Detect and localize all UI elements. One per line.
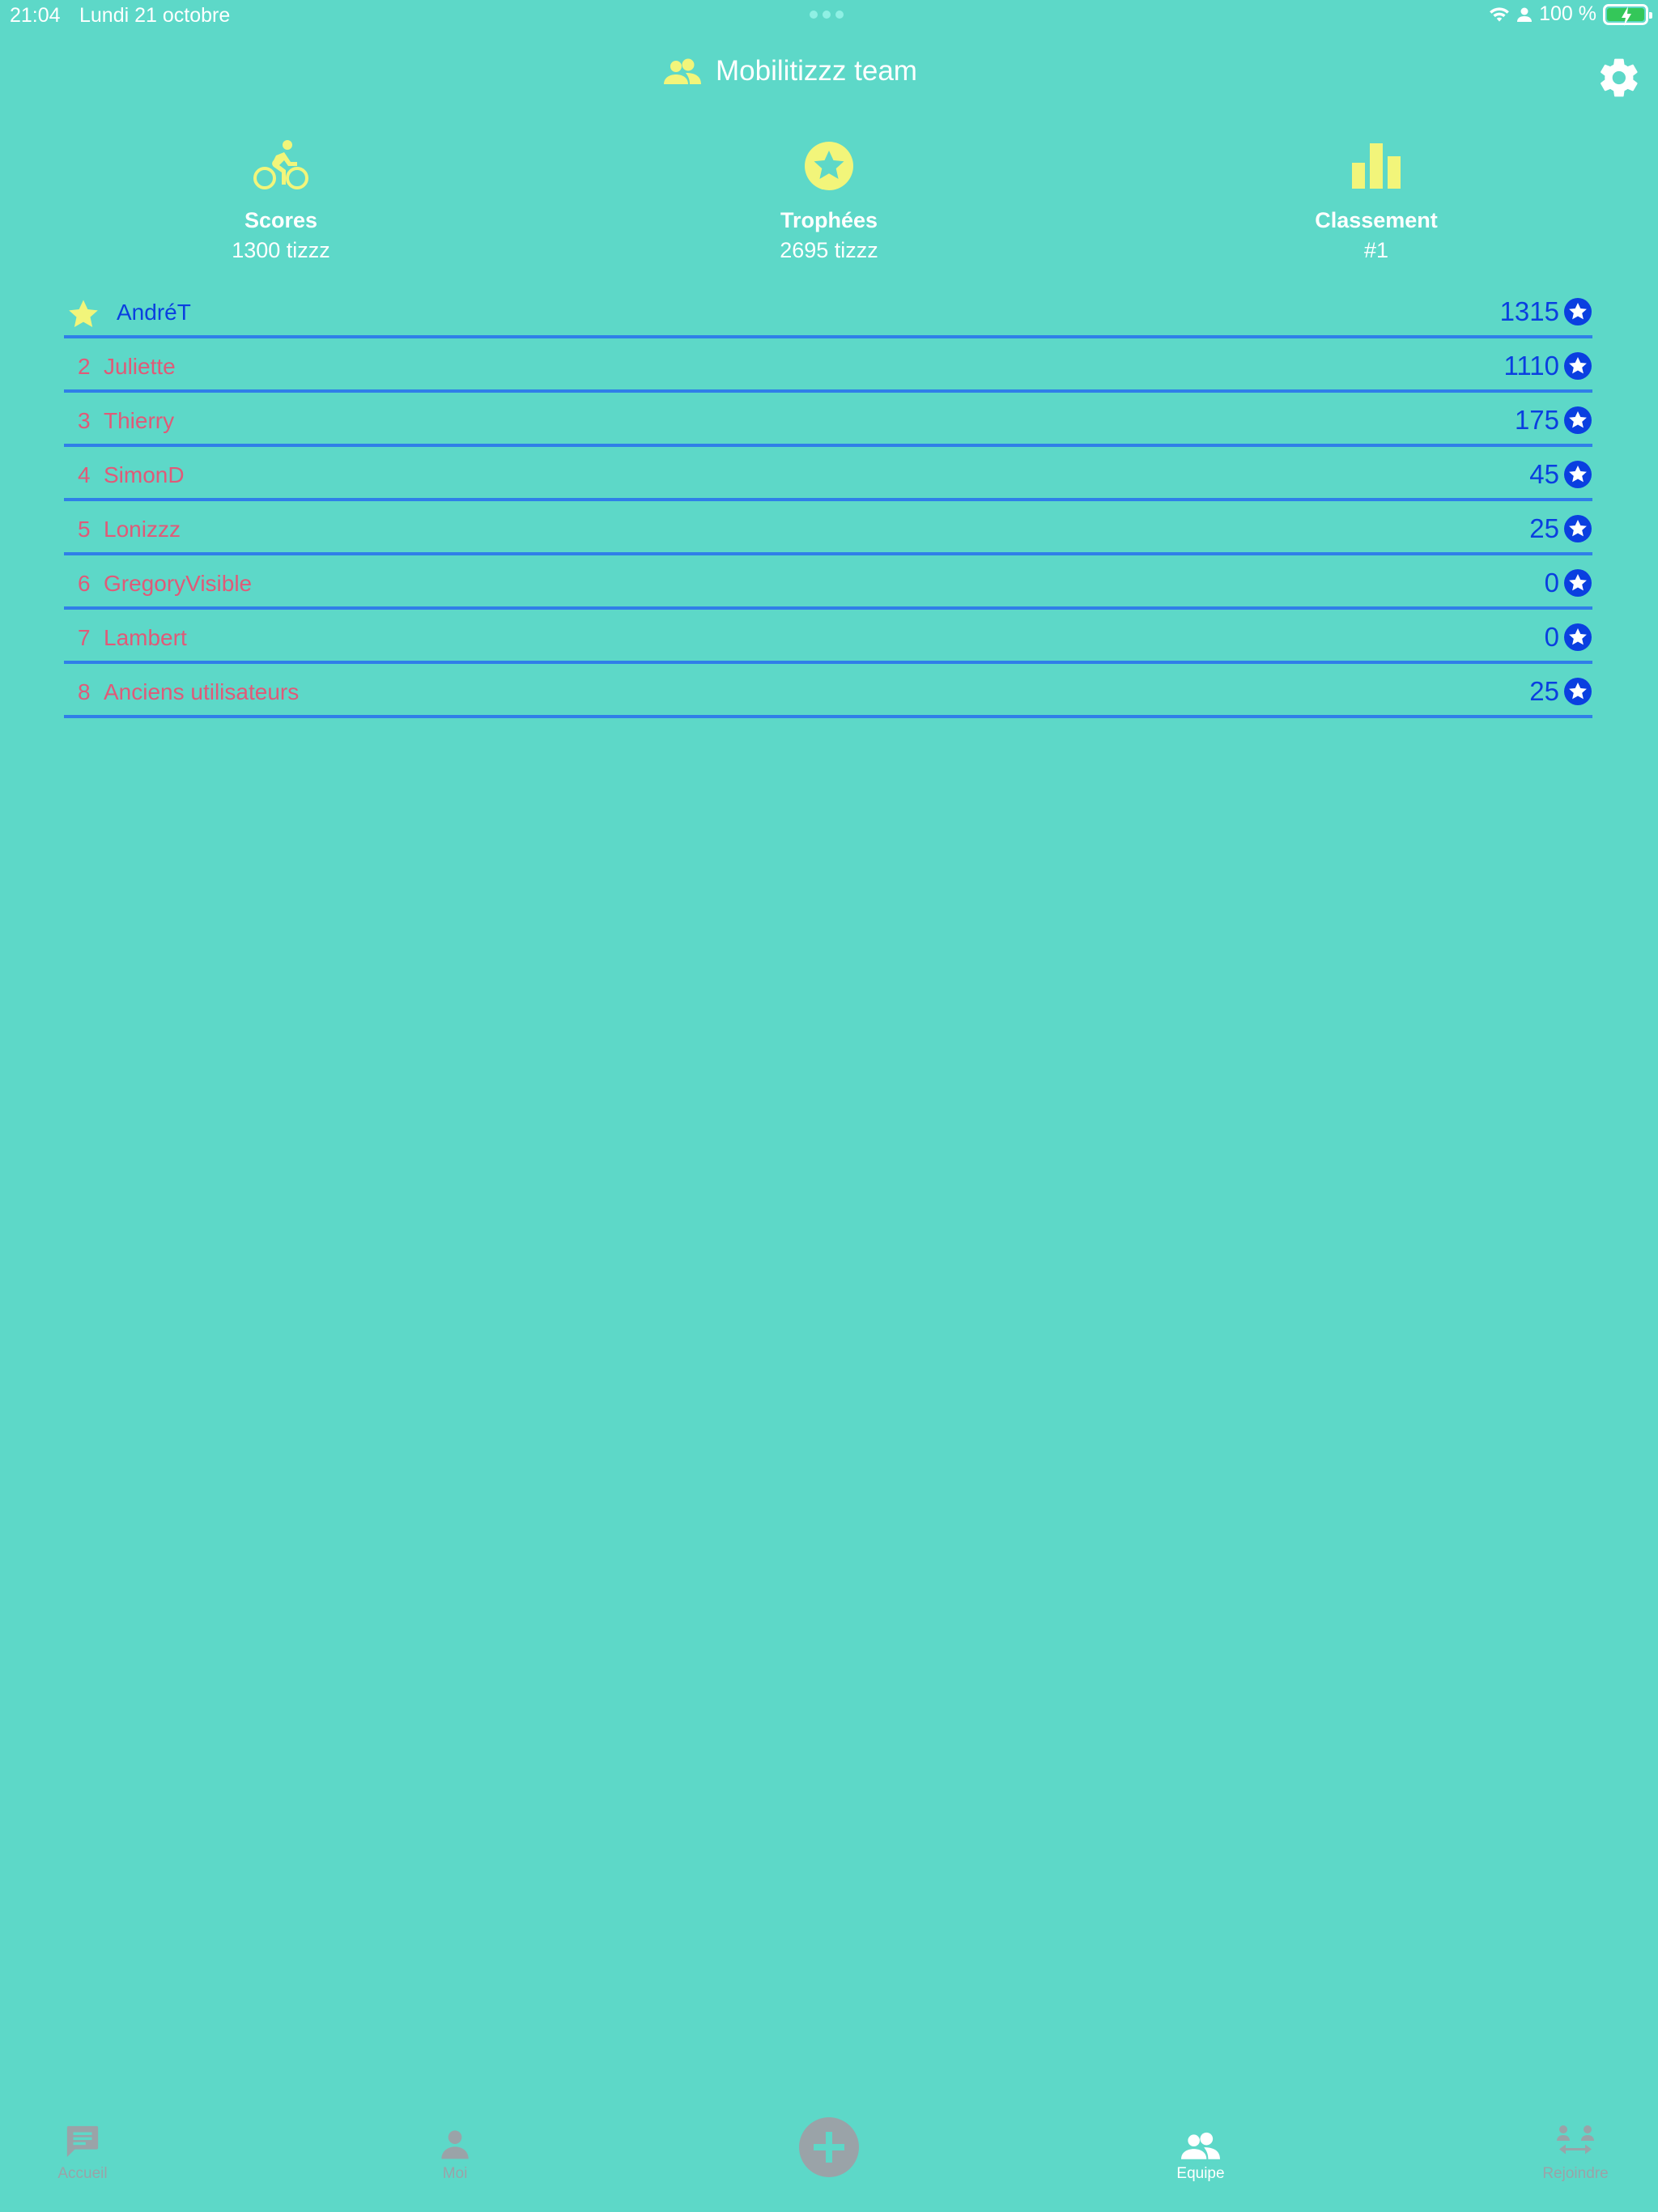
battery-percent: 100 % [1539,2,1596,25]
stats-bar: Scores 1300 tizzz Trophées 2695 tizzz Cl… [0,134,1658,271]
player-score: 1315 [1499,296,1559,326]
person-status-icon [1517,7,1533,22]
ranking-list: AndréT 1315 2 Juliette 1110 3 Thierry 17… [64,284,1592,718]
list-item[interactable]: 3 Thierry 175 [64,393,1592,447]
stat-scores-label: Scores [244,208,318,232]
list-item[interactable]: 6 GregoryVisible 0 [64,555,1592,610]
star-coin-icon [1564,461,1592,488]
player-rank: 8 [78,679,91,704]
tab-equipe-label: Equipe [1176,2165,1225,2182]
player-score: 0 [1544,622,1559,652]
player-score: 0 [1544,568,1559,598]
add-button[interactable] [799,2117,859,2177]
battery-icon [1603,3,1652,26]
tab-rejoindre-label: Rejoindre [1542,2165,1609,2182]
status-date: Lundi 21 octobre [79,4,231,27]
list-item[interactable]: 5 Lonizzz 25 [64,501,1592,555]
app-screen: 21:04 Lundi 21 octobre 100 % Mobilitizzz… [0,0,1658,2212]
player-rank: 2 [78,354,91,379]
star-coin-icon [1564,298,1592,325]
player-score: 25 [1529,513,1559,543]
player-name: SimonD [104,462,185,487]
stat-trophees[interactable]: Trophées 2695 tizzz [683,134,975,263]
star-coin-icon [1564,678,1592,705]
player-name: Thierry [104,408,175,433]
bar-chart-icon [1352,143,1401,189]
list-item[interactable]: 2 Juliette 1110 [64,338,1592,393]
star-coin-icon [1564,352,1592,380]
player-score: 175 [1514,405,1559,435]
stat-classement-label: Classement [1315,208,1438,232]
stat-scores-value: 1300 tizzz [232,238,330,262]
status-bar: 21:04 Lundi 21 octobre 100 % [0,0,1658,32]
join-icon [1557,2125,1594,2155]
list-item[interactable]: 7 Lambert 0 [64,610,1592,664]
player-name: Lonizzz [104,517,181,542]
player-name: AndréT [117,300,191,325]
page-title: Mobilitizzz team [716,55,917,87]
player-rank: 6 [78,571,91,596]
tab-rejoindre[interactable]: Rejoindre [1511,2120,1640,2183]
stat-classement-value: #1 [1363,238,1389,262]
star-coin-icon [1564,569,1592,597]
tab-moi[interactable]: Moi [390,2120,520,2183]
chat-icon [66,2125,99,2158]
star-coin-icon [1564,515,1592,542]
player-rank: 4 [78,462,91,487]
player-name: Lambert [104,625,187,650]
group-icon [1181,2132,1220,2159]
star-coin-icon [1564,406,1592,434]
wifi-icon [1490,6,1510,22]
star-coin-icon [1564,623,1592,651]
stat-classement[interactable]: Classement #1 [1231,134,1522,263]
settings-button[interactable] [1596,55,1642,100]
star-badge-icon [805,142,853,190]
player-rank: 3 [78,408,91,433]
gear-icon [1601,58,1638,97]
status-time: 21:04 [10,4,61,27]
bike-icon [253,140,308,189]
tab-accueil-label: Accueil [57,2165,108,2182]
multitasking-dots-icon[interactable] [810,11,844,19]
player-rank: 5 [78,517,91,542]
list-item[interactable]: AndréT 1315 [64,284,1592,338]
stat-trophees-label: Trophées [780,208,878,232]
group-icon [664,58,701,84]
star-icon [69,300,98,327]
stat-scores[interactable]: Scores 1300 tizzz [135,134,427,263]
status-right: 100 % [1489,2,1652,26]
plus-icon [814,2132,844,2163]
list-item[interactable]: 4 SimonD 45 [64,447,1592,501]
player-rank: 7 [78,625,91,650]
player-score: 25 [1529,676,1559,706]
team-title: Mobilitizzz team [664,55,917,87]
player-score: 1110 [1503,351,1559,381]
player-name: Anciens utilisateurs [104,679,300,704]
player-score: 45 [1529,459,1559,489]
tab-equipe[interactable]: Equipe [1136,2120,1265,2183]
person-icon [441,2130,469,2159]
player-name: GregoryVisible [104,571,253,596]
header: Mobilitizzz team [0,55,1658,104]
player-name: Juliette [104,354,176,379]
tab-moi-label: Moi [442,2165,468,2182]
tab-bar: Accueil Moi Equipe Rejoindre [0,2105,1658,2212]
list-item[interactable]: 8 Anciens utilisateurs 25 [64,664,1592,718]
stat-trophees-value: 2695 tizzz [780,238,878,262]
tab-accueil[interactable]: Accueil [18,2120,147,2183]
